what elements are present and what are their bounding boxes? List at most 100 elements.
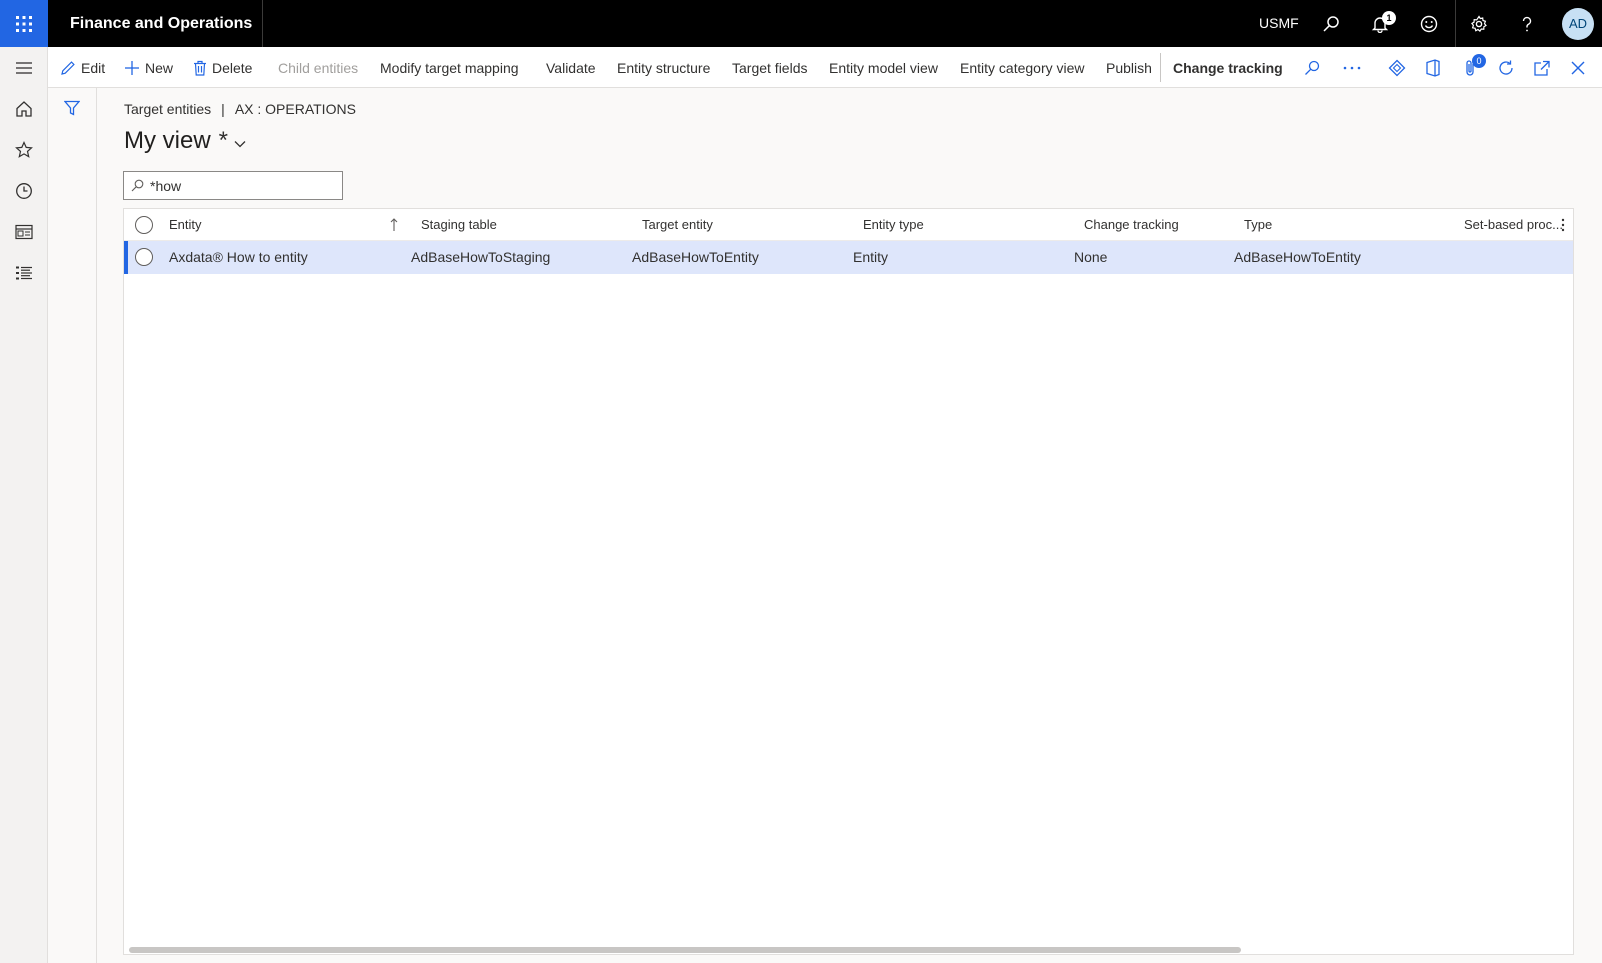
horizontal-scrollbar[interactable] bbox=[129, 947, 1241, 953]
column-header-set-based-processing[interactable]: Set-based proc... bbox=[1464, 209, 1563, 241]
star-icon bbox=[15, 141, 33, 158]
search-icon bbox=[1323, 15, 1339, 32]
more-options-button[interactable] bbox=[1336, 47, 1368, 88]
company-picker[interactable]: USMF bbox=[1259, 0, 1299, 47]
cell-type[interactable]: AdBaseHowToEntity bbox=[1234, 241, 1361, 274]
list-icon bbox=[16, 266, 32, 280]
left-navigation bbox=[0, 47, 48, 963]
diamond-icon bbox=[1388, 59, 1406, 76]
breadcrumb: Target entities | AX : OPERATIONS bbox=[124, 101, 356, 117]
cell-change-tracking[interactable]: None bbox=[1074, 241, 1107, 274]
sort-ascending-icon bbox=[390, 218, 398, 231]
action-search-button[interactable] bbox=[1296, 47, 1328, 88]
refresh-button[interactable] bbox=[1490, 47, 1522, 88]
attachments-button[interactable]: 0 bbox=[1454, 47, 1486, 88]
close-icon bbox=[1571, 61, 1585, 74]
show-filters-button[interactable] bbox=[60, 96, 84, 120]
gear-icon bbox=[1471, 14, 1487, 32]
delete-label: Delete bbox=[212, 59, 253, 76]
notifications-button[interactable]: 1 bbox=[1358, 0, 1402, 47]
breadcrumb-page[interactable]: Target entities bbox=[124, 101, 211, 117]
chevron-down-icon bbox=[234, 141, 246, 148]
nav-recent[interactable] bbox=[0, 171, 48, 211]
column-options-icon bbox=[1561, 218, 1565, 232]
power-apps-button[interactable] bbox=[1381, 47, 1413, 88]
office-icon bbox=[1426, 58, 1440, 77]
attachments-count-badge: 0 bbox=[1472, 54, 1486, 68]
smiley-icon bbox=[1420, 15, 1438, 32]
cell-entity-type[interactable]: Entity bbox=[853, 241, 888, 274]
topbar-divider bbox=[1455, 0, 1456, 47]
edit-button[interactable]: Edit bbox=[60, 47, 105, 88]
delete-button[interactable]: Delete bbox=[193, 47, 252, 88]
search-button[interactable] bbox=[1309, 0, 1353, 47]
top-navigation-bar: Finance and Operations USMF 1 AD bbox=[0, 0, 1602, 47]
app-launcher-button[interactable] bbox=[0, 0, 48, 47]
ellipsis-icon bbox=[1343, 66, 1361, 69]
row-select-radio[interactable] bbox=[135, 248, 153, 266]
pencil-icon bbox=[61, 60, 75, 75]
open-in-new-window-icon bbox=[1534, 60, 1550, 76]
column-header-type[interactable]: Type bbox=[1244, 209, 1272, 241]
entity-structure-button[interactable]: Entity structure bbox=[617, 47, 710, 88]
cell-staging-table[interactable]: AdBaseHowToStaging bbox=[411, 241, 550, 274]
trash-icon bbox=[194, 60, 206, 76]
help-button[interactable] bbox=[1505, 0, 1549, 47]
entity-model-view-button[interactable]: Entity model view bbox=[829, 47, 938, 88]
tab-change-tracking[interactable]: Change tracking bbox=[1173, 47, 1283, 88]
user-avatar[interactable]: AD bbox=[1562, 8, 1594, 40]
column-header-target-entity[interactable]: Target entity bbox=[642, 209, 713, 241]
edit-label: Edit bbox=[81, 59, 106, 76]
grid-header: Entity Staging table Target entity Entit… bbox=[124, 209, 1573, 241]
hamburger-icon bbox=[16, 62, 32, 74]
notification-count-badge: 1 bbox=[1382, 11, 1396, 25]
column-header-entity-type[interactable]: Entity type bbox=[863, 209, 924, 241]
nav-favorites[interactable] bbox=[0, 130, 48, 170]
validate-button[interactable]: Validate bbox=[546, 47, 596, 88]
view-name: My view bbox=[124, 127, 211, 154]
settings-button[interactable] bbox=[1457, 0, 1501, 47]
refresh-icon bbox=[1499, 60, 1513, 75]
nav-menu-button[interactable] bbox=[0, 48, 48, 88]
question-mark-icon bbox=[1522, 16, 1532, 31]
action-pane-separator bbox=[1160, 53, 1161, 82]
target-fields-button[interactable]: Target fields bbox=[732, 47, 807, 88]
filter-icon bbox=[64, 100, 80, 116]
nav-modules[interactable] bbox=[0, 253, 48, 293]
quick-filter-input[interactable] bbox=[150, 177, 330, 194]
cell-target-entity[interactable]: AdBaseHowToEntity bbox=[632, 241, 759, 274]
nav-workspaces[interactable] bbox=[0, 212, 48, 252]
view-modified-marker: * bbox=[218, 127, 229, 154]
target-entities-grid: Entity Staging table Target entity Entit… bbox=[123, 208, 1574, 955]
clock-icon bbox=[16, 183, 32, 199]
column-header-staging-table[interactable]: Staging table bbox=[421, 209, 497, 241]
home-icon bbox=[16, 101, 32, 117]
select-all-checkbox[interactable] bbox=[135, 216, 153, 234]
column-header-entity[interactable]: Entity bbox=[169, 209, 202, 241]
child-entities-button[interactable]: Child entities bbox=[278, 47, 358, 88]
open-new-window-button[interactable] bbox=[1526, 47, 1558, 88]
search-icon bbox=[131, 179, 144, 192]
feedback-button[interactable] bbox=[1407, 0, 1451, 47]
app-title[interactable]: Finance and Operations bbox=[70, 0, 252, 47]
close-page-button[interactable] bbox=[1562, 47, 1594, 88]
nav-home[interactable] bbox=[0, 89, 48, 129]
table-row[interactable]: Axdata® How to entity AdBaseHowToStaging… bbox=[124, 241, 1573, 274]
publish-button[interactable]: Publish bbox=[1106, 47, 1152, 88]
new-button[interactable]: New bbox=[124, 47, 173, 88]
view-selector[interactable]: My view * bbox=[124, 125, 246, 157]
search-icon bbox=[1305, 60, 1320, 75]
quick-filter[interactable] bbox=[123, 171, 343, 200]
office-button[interactable] bbox=[1417, 47, 1449, 88]
cell-entity[interactable]: Axdata® How to entity bbox=[169, 241, 308, 274]
action-pane: Edit New Delete Child entities Modify ta… bbox=[48, 47, 1602, 88]
breadcrumb-context: AX : OPERATIONS bbox=[234, 101, 356, 117]
waffle-icon bbox=[16, 15, 32, 32]
column-header-change-tracking[interactable]: Change tracking bbox=[1084, 209, 1179, 241]
modify-target-mapping-button[interactable]: Modify target mapping bbox=[380, 47, 519, 88]
topbar-divider bbox=[262, 0, 263, 47]
workspace-icon bbox=[15, 224, 33, 240]
filter-pane-strip bbox=[48, 88, 97, 963]
entity-category-view-button[interactable]: Entity category view bbox=[960, 47, 1085, 88]
plus-icon bbox=[125, 60, 139, 75]
